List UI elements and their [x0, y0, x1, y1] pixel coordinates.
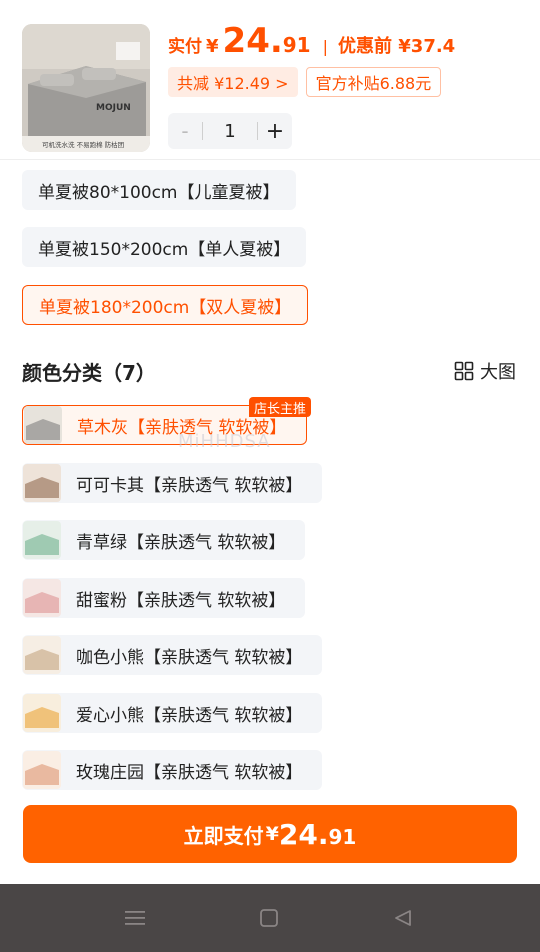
pay-now-button[interactable]: 立即支付 ¥ 24. 91 [23, 805, 517, 863]
color-swatch-image [23, 521, 61, 559]
thumb-brand-text: MOJUN [96, 103, 131, 113]
pay-button-decimal: 91 [328, 825, 357, 849]
price-label: 实付 [168, 37, 202, 57]
official-subsidy-badge: 官方补贴6.88元 [305, 67, 442, 97]
product-summary: MOJUN 可机洗水洗 不易跑棉 防枯团 实付 ¥ 24. 91 | 优惠前 ¥… [0, 0, 540, 160]
big-view-label: 大图 [480, 362, 516, 383]
color-swatch-image [23, 636, 61, 674]
color-swatch-image [23, 579, 61, 617]
pay-button-label: 立即支付 [183, 823, 264, 848]
color-option-label: 青草绿【亲肤透气 软软被】 [76, 532, 286, 553]
color-option-label: 甜蜜粉【亲肤透气 软软被】 [76, 590, 286, 611]
quantity-stepper: - 1 + [168, 113, 292, 149]
size-option-label: 单夏被80*100cm【儿童夏被】 [38, 182, 280, 203]
back-triangle-icon[interactable] [389, 904, 417, 932]
color-option[interactable]: 甜蜜粉【亲肤透气 软软被】 [22, 578, 306, 618]
price-separator: | [322, 37, 328, 56]
price-integer: 24. [222, 21, 283, 61]
size-option-selected[interactable]: 单夏被180*200cm【双人夏被】 [22, 285, 309, 325]
original-price: 优惠前 ¥37.4 [338, 36, 456, 57]
color-option-label: 可可卡其【亲肤透气 软软被】 [76, 475, 303, 496]
home-square-icon[interactable] [255, 904, 283, 932]
price-currency: ¥ [206, 36, 219, 57]
color-swatch-image [23, 464, 61, 502]
size-option-label: 单夏被180*200cm【双人夏被】 [39, 297, 292, 318]
color-option[interactable]: 可可卡其【亲肤透气 软软被】 [22, 463, 323, 503]
color-option-label: 玫瑰庄园【亲肤透气 软软被】 [76, 762, 303, 783]
color-swatch-image [24, 406, 62, 444]
grid-icon [454, 361, 474, 381]
color-option[interactable]: 咖色小熊【亲肤透气 软软被】 [22, 635, 323, 675]
quantity-value[interactable]: 1 [203, 121, 257, 142]
pay-button-currency: ¥ [265, 823, 279, 845]
price-row: 实付 ¥ 24. 91 | 优惠前 ¥37.4 [168, 22, 455, 60]
increase-button[interactable]: + [258, 119, 292, 144]
watermark-text: MiHHDSA [178, 431, 271, 452]
menu-icon[interactable] [121, 904, 149, 932]
price-decimal: 91 [282, 33, 311, 57]
pay-button-integer: 24. [278, 817, 329, 851]
total-discount-badge[interactable]: 共减 ¥12.49 > [168, 67, 298, 97]
color-swatch-image [23, 694, 61, 732]
color-option[interactable]: 玫瑰庄园【亲肤透气 软软被】 [22, 750, 323, 790]
system-navigation-bar [0, 884, 540, 952]
size-option[interactable]: 单夏被150*200cm【单人夏被】 [22, 227, 307, 267]
decrease-button[interactable]: - [168, 119, 202, 143]
color-section-title: 颜色分类（7） [22, 361, 156, 385]
discount-badges: 共减 ¥12.49 > 官方补贴6.88元 [168, 67, 442, 97]
featured-tag: 店长主推 [249, 397, 312, 417]
color-option-label: 爱心小熊【亲肤透气 软软被】 [76, 705, 303, 726]
thumb-caption-text: 可机洗水洗 不易跑棉 防枯团 [42, 140, 124, 149]
color-option[interactable]: 青草绿【亲肤透气 软软被】 [22, 520, 306, 560]
color-option-label: 咖色小熊【亲肤透气 软软被】 [76, 647, 303, 668]
color-swatch-image [23, 751, 61, 789]
big-view-toggle[interactable]: 大图 [454, 358, 516, 384]
product-thumbnail[interactable]: MOJUN 可机洗水洗 不易跑棉 防枯团 [22, 24, 150, 152]
color-option[interactable]: 爱心小熊【亲肤透气 软软被】 [22, 693, 323, 733]
size-option-label: 单夏被150*200cm【单人夏被】 [38, 239, 291, 260]
size-option[interactable]: 单夏被80*100cm【儿童夏被】 [22, 170, 296, 210]
